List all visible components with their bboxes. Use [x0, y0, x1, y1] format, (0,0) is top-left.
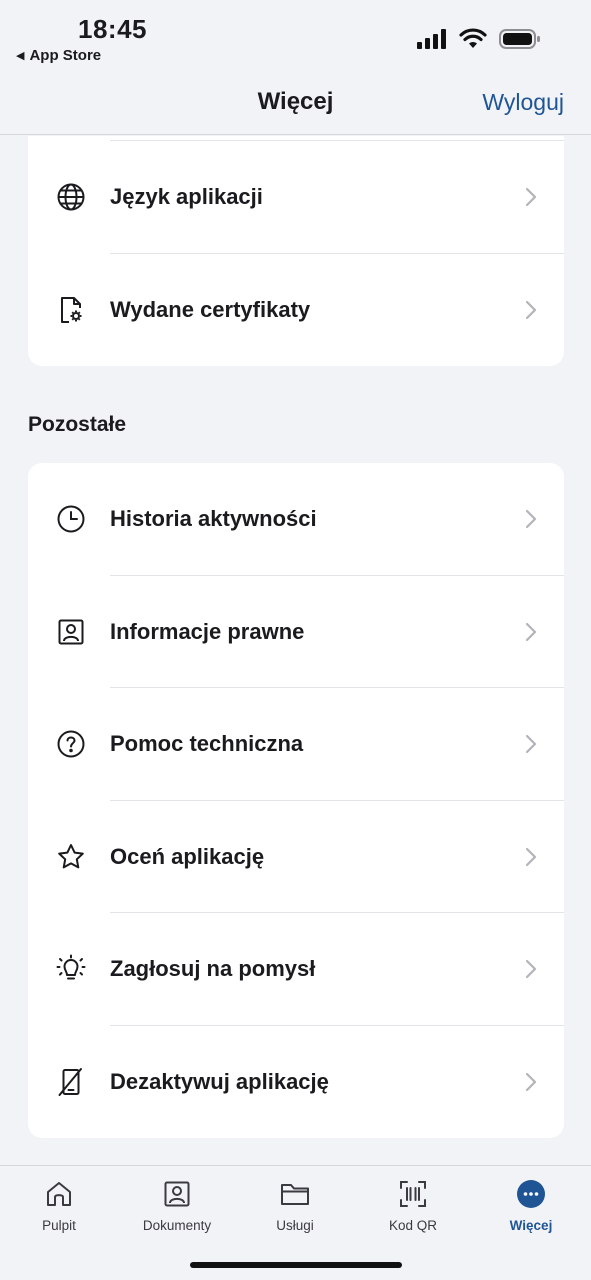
folder-icon: [236, 1178, 354, 1210]
qr-scan-icon: [354, 1178, 472, 1210]
menu-item-legal-information[interactable]: Informacje prawne: [28, 576, 564, 688]
tab-qr-code[interactable]: Kod QR: [354, 1178, 472, 1233]
menu-item-label: Dezaktywuj aplikację: [110, 1068, 329, 1094]
tab-dashboard[interactable]: Pulpit: [0, 1178, 118, 1233]
chevron-right-icon: [525, 300, 537, 319]
section-title: Pozostałe: [28, 413, 127, 436]
chevron-right-icon: [525, 622, 537, 641]
menu-item-activity-history[interactable]: Historia aktywności: [28, 463, 564, 576]
chevron-right-icon: [525, 510, 537, 529]
back-app-label: App Store: [29, 47, 102, 64]
menu-item-label: Pomoc techniczna: [110, 731, 304, 757]
tab-services[interactable]: Usługi: [236, 1178, 354, 1233]
tab-label: Więcej: [509, 1218, 553, 1233]
star-icon: [56, 842, 86, 872]
clock-icon: [56, 504, 86, 534]
id-card-icon: [56, 617, 86, 647]
menu-item-vote-idea[interactable]: Zagłosuj na pomysł: [28, 913, 564, 1026]
back-to-app-button[interactable]: ◀ App Store: [16, 47, 101, 64]
help-icon: [56, 729, 86, 759]
logout-button[interactable]: Wyloguj: [482, 89, 564, 116]
tab-label: Pulpit: [42, 1218, 76, 1233]
menu-item-deactivate-app[interactable]: Dezaktywuj aplikację: [28, 1026, 564, 1139]
chevron-right-icon: [525, 735, 537, 754]
cellular-signal-icon: [417, 29, 446, 49]
navigation-header: Więcej Wyloguj: [0, 80, 591, 135]
menu-item-label: Zagłosuj na pomysł: [110, 956, 316, 982]
tab-label: Usługi: [276, 1218, 314, 1233]
tab-label: Dokumenty: [142, 1218, 212, 1233]
home-icon: [0, 1178, 118, 1210]
tab-label: Kod QR: [388, 1218, 438, 1233]
document-icon: [118, 1178, 236, 1210]
lightbulb-icon: [56, 954, 86, 984]
globe-icon: [56, 182, 86, 212]
tab-documents[interactable]: Dokumenty: [118, 1178, 236, 1233]
status-icons: [417, 28, 541, 50]
tab-more[interactable]: Więcej: [472, 1178, 590, 1233]
menu-item-app-language[interactable]: Język aplikacji: [28, 141, 564, 254]
settings-list[interactable]: Język aplikacji Wydane certyfikaty Pozos…: [0, 136, 591, 1165]
menu-item-rate-app[interactable]: Oceń aplikację: [28, 801, 564, 913]
certificate-icon: [56, 295, 86, 325]
battery-icon: [499, 29, 540, 49]
menu-item-label: Oceń aplikację: [110, 843, 265, 869]
home-indicator[interactable]: [190, 1262, 402, 1268]
menu-item-technical-support[interactable]: Pomoc techniczna: [28, 688, 564, 801]
menu-item-issued-certificates[interactable]: Wydane certyfikaty: [28, 254, 564, 367]
phone-off-icon: [56, 1067, 86, 1097]
chevron-right-icon: [525, 960, 537, 979]
settings-card: Język aplikacji Wydane certyfikaty: [28, 136, 564, 366]
chevron-right-icon: [525, 1072, 537, 1091]
more-icon: [472, 1178, 590, 1210]
wifi-icon: [459, 28, 487, 48]
chevron-right-icon: [525, 847, 537, 866]
menu-item-label: Historia aktywności: [110, 506, 317, 532]
back-arrow-icon: ◀: [16, 50, 25, 62]
chevron-right-icon: [525, 188, 537, 207]
menu-item-label: Informacje prawne: [110, 618, 305, 644]
status-bar: 18:45 ◀ App Store: [0, 0, 591, 80]
status-time: 18:45: [78, 14, 147, 44]
other-settings-card: Historia aktywności Informacje prawne Po…: [28, 463, 564, 1138]
menu-item-label: Wydane certyfikaty: [110, 296, 311, 322]
menu-item-label: Język aplikacji: [110, 184, 263, 210]
